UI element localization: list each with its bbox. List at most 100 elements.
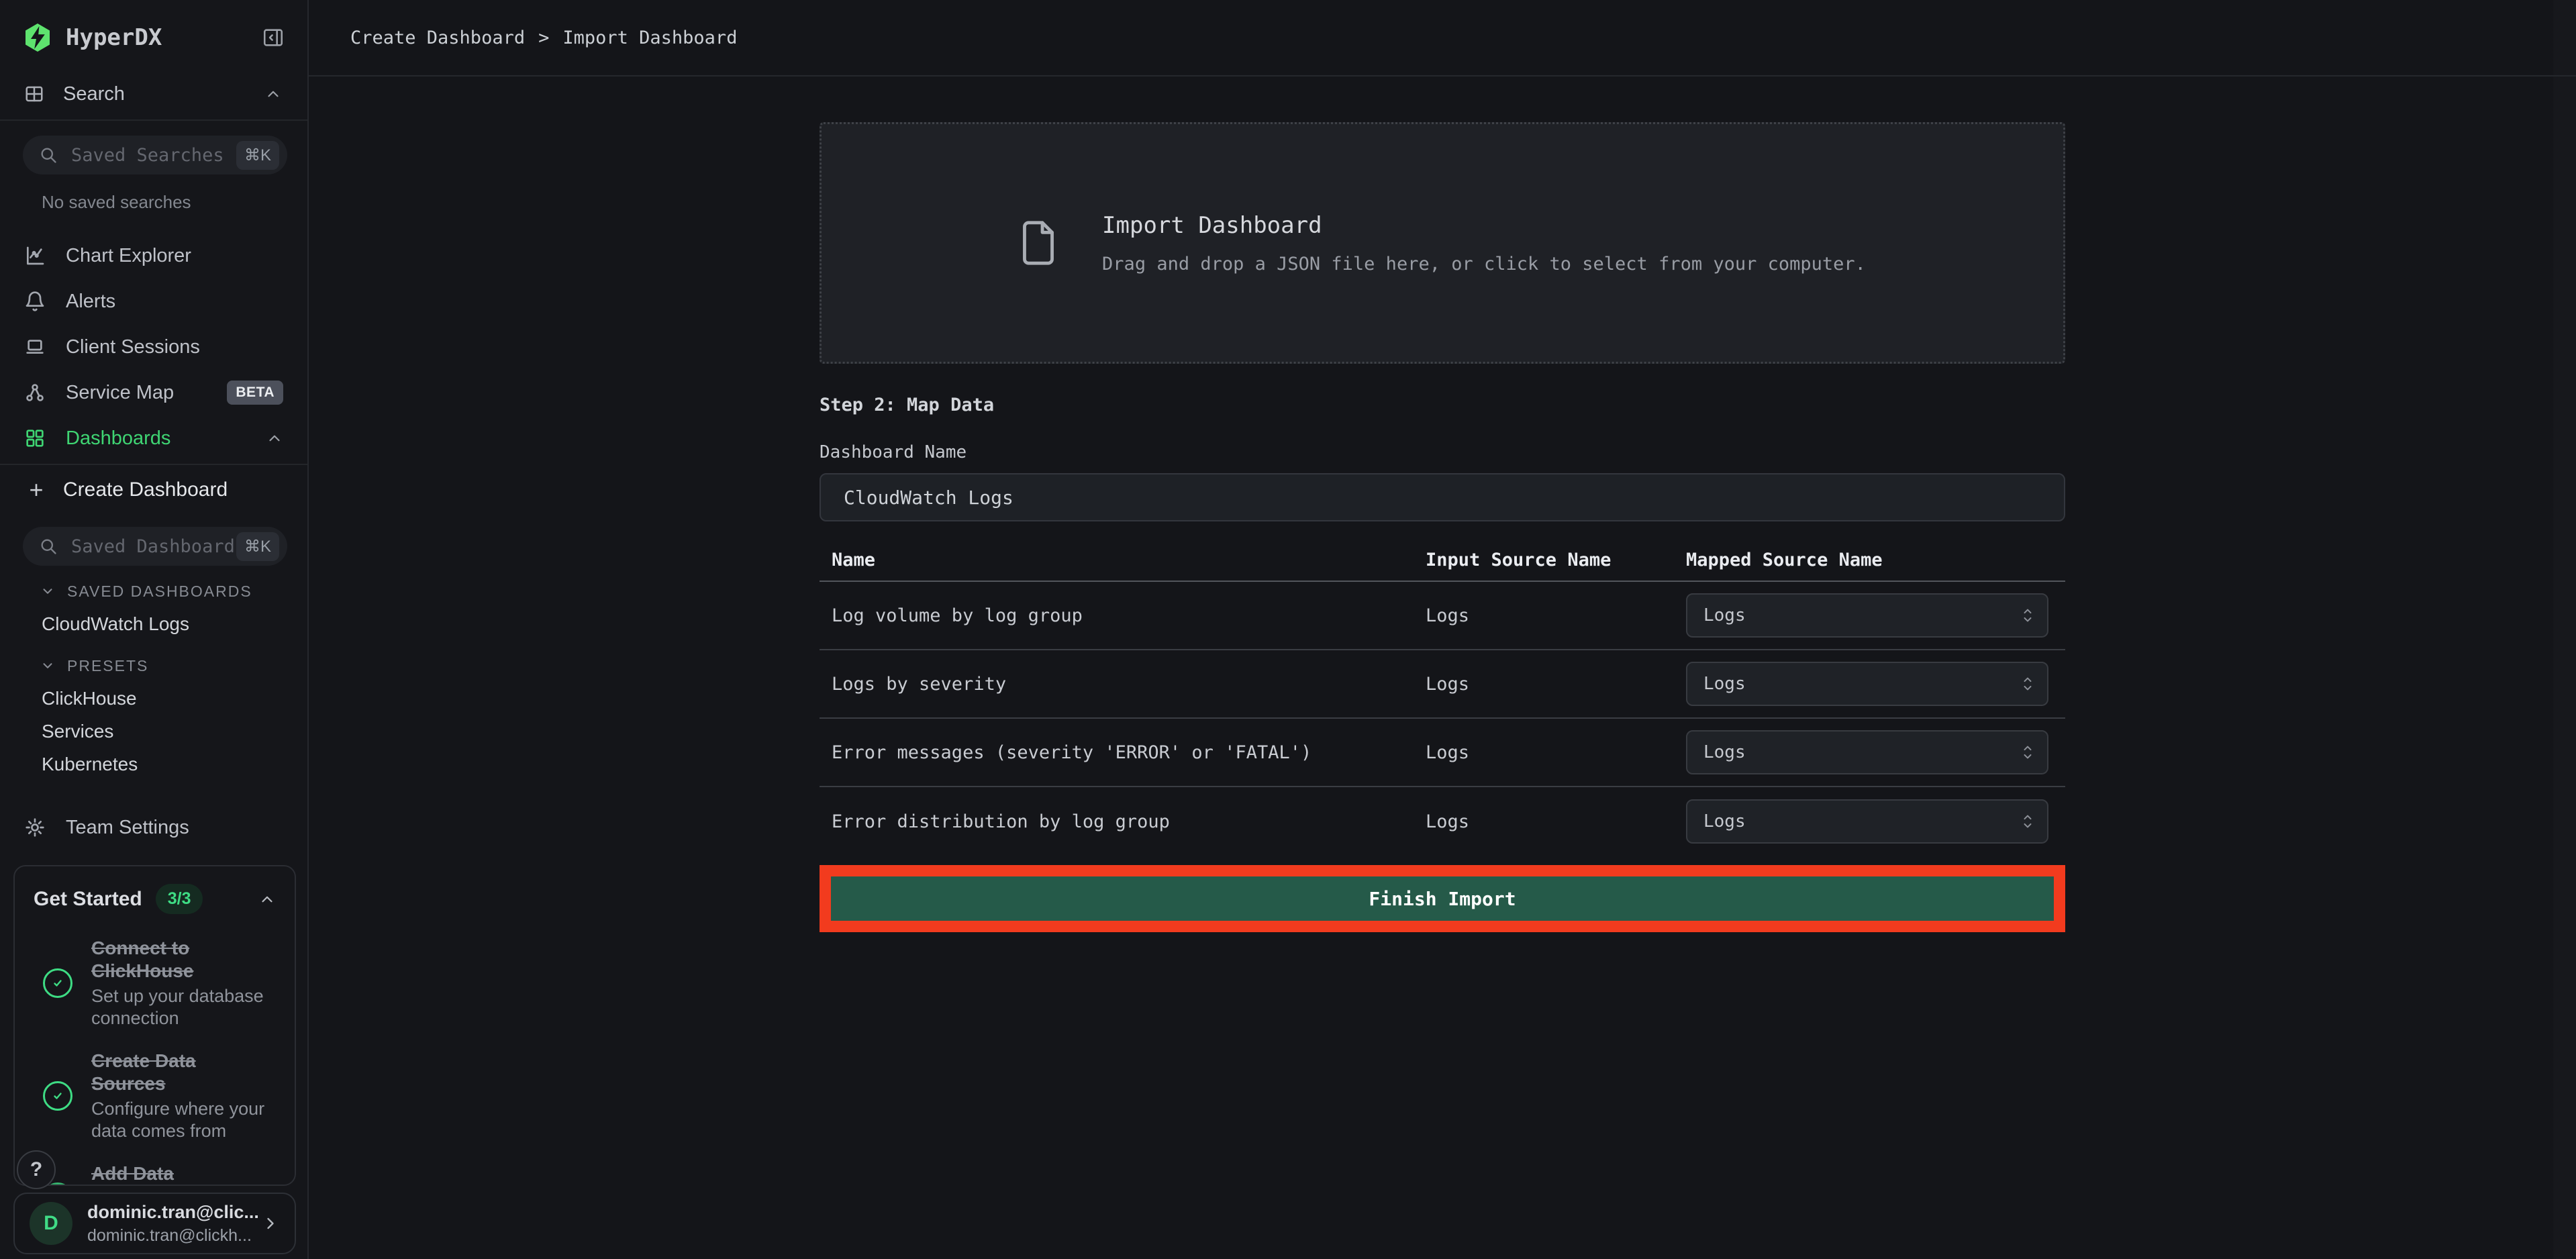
create-dashboard-button[interactable]: + Create Dashboard [0, 468, 307, 512]
preset-link-services[interactable]: Services [0, 715, 307, 748]
chart-name-cell: Error distribution by log group [820, 811, 1426, 832]
user-name: dominic.tran@clic... [87, 1202, 261, 1223]
table-row: Error distribution by log group Logs Log… [820, 787, 2065, 856]
preset-link-kubernetes[interactable]: Kubernetes [0, 748, 307, 780]
sidebar-item-label: Alerts [66, 291, 283, 313]
collapse-sidebar-icon[interactable] [262, 26, 285, 49]
sidebar-item-client-sessions[interactable]: Client Sessions [0, 324, 307, 370]
dashboard-link-cloudwatch-logs[interactable]: CloudWatch Logs [0, 607, 307, 640]
scrollbar-gutter[interactable] [2553, 0, 2576, 1259]
table-row: Logs by severity Logs Logs [820, 650, 2065, 719]
user-menu[interactable]: D dominic.tran@clic... dominic.tran@clic… [13, 1193, 296, 1254]
sidebar-divider [0, 119, 307, 121]
select-chevrons-icon [2022, 743, 2034, 762]
step-title: Add Data [91, 1162, 256, 1185]
saved-searches-placeholder: Saved Searches [71, 145, 236, 166]
sidebar-item-label: Chart Explorer [66, 245, 283, 267]
sidebar-item-alerts[interactable]: Alerts [0, 279, 307, 324]
search-icon [39, 537, 58, 556]
selected-value: Logs [1703, 674, 2022, 694]
dashboards-icon [24, 427, 48, 449]
get-started-items: Connect to ClickHouse Set up your databa… [34, 937, 276, 1186]
onboarding-step-sources[interactable]: Create Data Sources Configure where your… [34, 1050, 276, 1142]
selected-value: Logs [1703, 811, 2022, 832]
saved-searches-input[interactable]: Saved Searches ⌘K [23, 136, 287, 174]
hyperdx-logo-icon [21, 21, 54, 54]
onboarding-step-connect[interactable]: Connect to ClickHouse Set up your databa… [34, 937, 276, 1029]
column-header-input-source: Input Source Name [1426, 550, 1677, 570]
topbar: Create Dashboard > Import Dashboard [309, 0, 2576, 77]
mapped-source-select[interactable]: Logs [1686, 730, 2048, 774]
mapped-source-select[interactable]: Logs [1686, 662, 2048, 706]
mapped-source-select[interactable]: Logs [1686, 593, 2048, 638]
group-saved-dashboards[interactable]: SAVED DASHBOARDS [0, 575, 307, 607]
app-window: HyperDX Search [0, 0, 2576, 1259]
sidebar-item-label: Client Sessions [66, 336, 283, 358]
table-row: Error messages (severity 'ERROR' or 'FAT… [820, 719, 2065, 787]
select-chevrons-icon [2022, 674, 2034, 693]
file-icon [1019, 217, 1058, 268]
sidebar-item-label: Dashboards [66, 427, 266, 450]
dropzone-title: Import Dashboard [1102, 212, 1866, 239]
selected-value: Logs [1703, 742, 2022, 762]
sidebar: HyperDX Search [0, 0, 309, 1259]
chevron-up-icon [264, 85, 282, 103]
select-chevrons-icon [2022, 812, 2034, 831]
column-header-mapped-source: Mapped Source Name [1677, 550, 2065, 570]
table-row: Log volume by log group Logs Logs [820, 582, 2065, 650]
chevron-down-icon [40, 584, 55, 599]
saved-dashboards-input[interactable]: Saved Dashboards ⌘K [23, 527, 287, 566]
dropzone-subtitle: Drag and drop a JSON file here, or click… [1102, 254, 1866, 274]
input-source-cell: Logs [1426, 605, 1677, 626]
breadcrumb-create-dashboard[interactable]: Create Dashboard [350, 28, 525, 48]
search-icon [39, 146, 58, 164]
sidebar-item-dashboards[interactable]: Dashboards [0, 415, 307, 461]
sidebar-item-chart-explorer[interactable]: Chart Explorer [0, 233, 307, 279]
get-started-card: Get Started 3/3 Connect to ClickHouse Se… [13, 865, 296, 1186]
input-source-cell: Logs [1426, 742, 1677, 763]
finish-import-button[interactable]: Finish Import [831, 876, 2054, 921]
help-button[interactable]: ? [17, 1150, 56, 1189]
network-icon [24, 382, 48, 403]
dashboard-name-label: Dashboard Name [820, 442, 2065, 462]
check-circle-icon [43, 968, 72, 998]
search-section-icon [24, 84, 44, 104]
laptop-icon [24, 336, 48, 358]
bell-icon [24, 291, 48, 312]
table-header-row: Name Input Source Name Mapped Source Nam… [820, 539, 2065, 582]
chart-name-cell: Logs by severity [820, 674, 1426, 695]
group-label: SAVED DASHBOARDS [67, 583, 252, 601]
step-subtitle: Set up your database connection [91, 985, 276, 1029]
gear-icon [24, 817, 48, 838]
sidebar-section-search[interactable]: Search [0, 79, 307, 109]
step-title: Create Data Sources [91, 1050, 256, 1095]
json-dropzone[interactable]: Import Dashboard Drag and drop a JSON fi… [820, 122, 2065, 364]
no-saved-searches-note: No saved searches [42, 192, 307, 213]
onboarding-step-add-data[interactable]: Add Data Start sending logs, metrics, or… [34, 1162, 276, 1186]
chevron-up-icon [266, 430, 283, 447]
sidebar-item-team-settings[interactable]: Team Settings [0, 805, 307, 850]
breadcrumb-import-dashboard[interactable]: Import Dashboard [562, 28, 737, 48]
beta-badge: BETA [227, 381, 283, 405]
chart-explorer-icon [24, 245, 48, 266]
user-email: dominic.tran@clickh... [87, 1226, 261, 1246]
chevron-right-icon [261, 1214, 280, 1233]
sidebar-item-service-map[interactable]: Service Map BETA [0, 370, 307, 415]
saved-dashboards-placeholder: Saved Dashboards [71, 536, 236, 557]
check-circle-icon [43, 1081, 72, 1111]
get-started-header[interactable]: Get Started 3/3 [34, 884, 276, 914]
main-area: Create Dashboard > Import Dashboard Impo… [309, 0, 2576, 1259]
sidebar-item-label: Service Map [66, 382, 227, 404]
chart-name-cell: Error messages (severity 'ERROR' or 'FAT… [820, 742, 1426, 763]
shortcut-badge: ⌘K [236, 141, 279, 170]
sidebar-divider [0, 464, 307, 465]
step-2-label: Step 2: Map Data [820, 395, 2065, 415]
chevron-down-icon [40, 658, 55, 673]
step-title: Connect to ClickHouse [91, 937, 256, 983]
preset-link-clickhouse[interactable]: ClickHouse [0, 682, 307, 715]
dashboard-name-input[interactable] [820, 473, 2065, 521]
mapped-source-select[interactable]: Logs [1686, 799, 2048, 844]
breadcrumb: Create Dashboard > Import Dashboard [350, 28, 737, 48]
app-title: HyperDX [66, 24, 262, 51]
group-presets[interactable]: PRESETS [0, 650, 307, 682]
